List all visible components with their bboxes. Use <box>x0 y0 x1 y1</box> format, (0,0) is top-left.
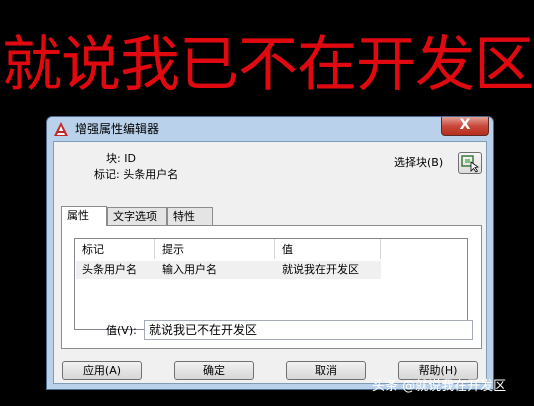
attribute-list[interactable]: 标记 提示 值 头条用户名 输入用户名 就说我在开发区 <box>74 238 468 330</box>
apply-button[interactable]: 应用(A) <box>62 361 142 380</box>
value-label: 值(V): <box>106 324 137 337</box>
source-watermark: 头条 @就说我在开发区 <box>372 379 507 394</box>
ok-button[interactable]: 确定 <box>174 361 254 380</box>
enhanced-attribute-editor-dialog: 增强属性编辑器 X 块: ID 标记: 头条用户名 选择块(B) 属性 文字选项… <box>46 116 494 390</box>
row-tag-cell: 头条用户名 <box>82 263 137 276</box>
title-bar[interactable]: 增强属性编辑器 X <box>47 117 493 141</box>
select-block-label: 选择块(B) <box>394 156 444 169</box>
column-header-value[interactable]: 值 <box>275 239 381 259</box>
column-header-prompt[interactable]: 提示 <box>155 239 275 259</box>
tab-properties[interactable]: 特性 <box>167 207 213 225</box>
tab-attributes[interactable]: 属性 <box>61 206 107 226</box>
block-label: 块: ID <box>106 152 136 165</box>
row-prompt-cell: 输入用户名 <box>162 263 217 276</box>
cancel-button[interactable]: 取消 <box>286 361 366 380</box>
row-value-cell: 就说我在开发区 <box>282 263 359 276</box>
window-title: 增强属性编辑器 <box>75 122 160 136</box>
select-block-button[interactable] <box>458 152 482 174</box>
tab-text-options[interactable]: 文字选项 <box>107 207 167 225</box>
autocad-app-icon <box>53 121 69 137</box>
tag-label: 标记: 头条用户名 <box>94 168 179 181</box>
help-button[interactable]: 帮助(H) <box>398 361 478 380</box>
pick-object-icon <box>459 155 481 177</box>
column-header-tag[interactable]: 标记 <box>75 239 155 259</box>
close-icon: X <box>459 117 471 133</box>
close-button[interactable]: X <box>441 117 489 136</box>
headline-text: 就说我已不在开发区 <box>2 30 532 100</box>
dialog-client-area: 块: ID 标记: 头条用户名 选择块(B) 属性 文字选项 特性 标记 提示 … <box>53 141 487 384</box>
value-input[interactable]: 就说我已不在开发区 <box>144 320 473 340</box>
